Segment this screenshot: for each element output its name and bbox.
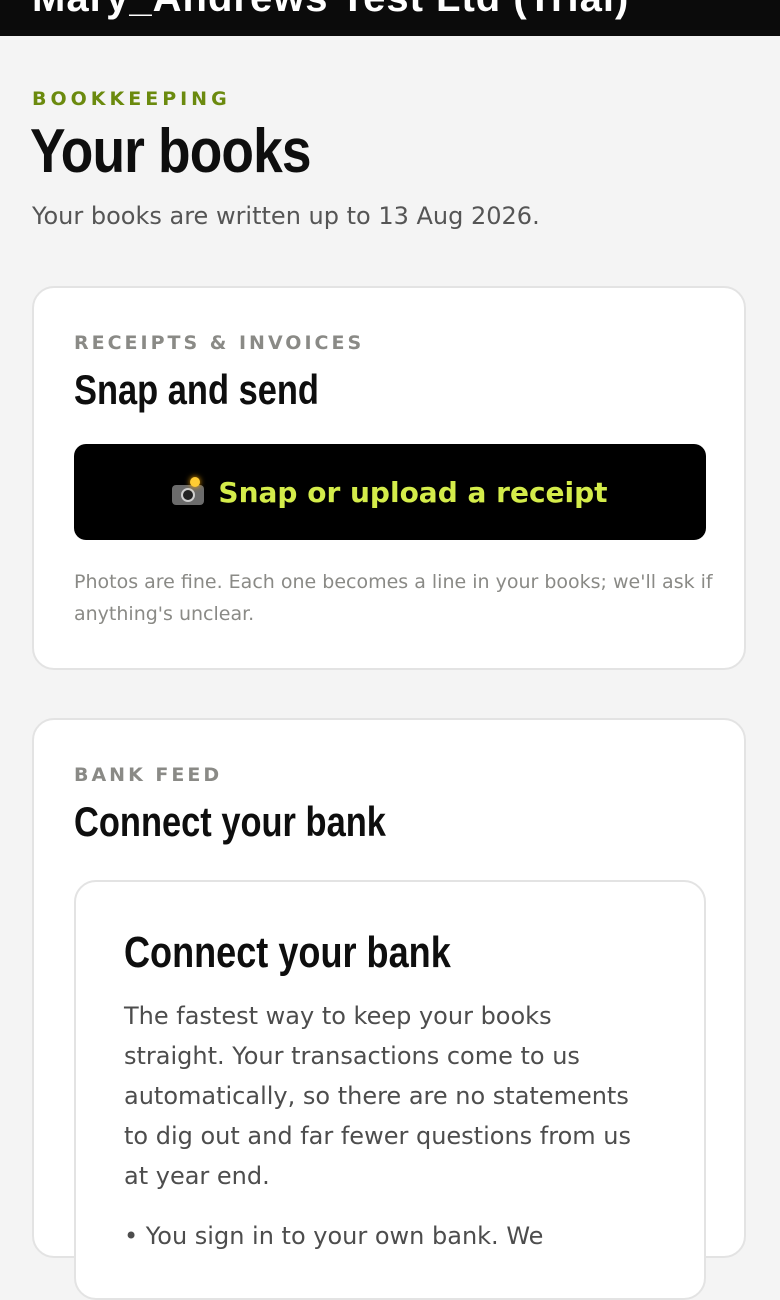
page-title: Your books (30, 117, 312, 186)
connect-bank-heading: Connect your bank (124, 928, 451, 977)
snap-upload-receipt-button[interactable]: Snap or upload a receipt (74, 444, 706, 540)
section-eyebrow: BOOKKEEPING (32, 88, 231, 110)
connect-bank-description: The fastest way to keep your books strai… (124, 1002, 631, 1190)
receipts-kicker: RECEIPTS & INVOICES (74, 332, 365, 354)
connect-bank-bullet: • You sign in to your own bank. We (124, 1222, 544, 1250)
bank-feed-heading: Connect your bank (74, 798, 386, 845)
bank-feed-card: BANK FEED Connect your bank Connect your… (32, 718, 746, 1300)
account-title: Mary_Andrews Test Ltd (Trial) (32, 0, 629, 21)
receipts-card: RECEIPTS & INVOICES Snap and send Snap o… (32, 286, 746, 670)
camera-with-flash-icon (172, 477, 205, 505)
receipts-heading: Snap and send (74, 366, 319, 413)
top-bar: Mary_Andrews Test Ltd (Trial) (0, 0, 780, 36)
bank-feed-kicker: BANK FEED (74, 764, 223, 786)
receipts-note: Photos are fine. Each one becomes a line… (74, 571, 713, 625)
snap-upload-receipt-label: Snap or upload a receipt (218, 475, 608, 509)
page-subtitle: Your books are written up to 13 Aug 2026… (32, 202, 540, 230)
connect-bank-panel: Connect your bank The fastest way to kee… (74, 880, 706, 1300)
